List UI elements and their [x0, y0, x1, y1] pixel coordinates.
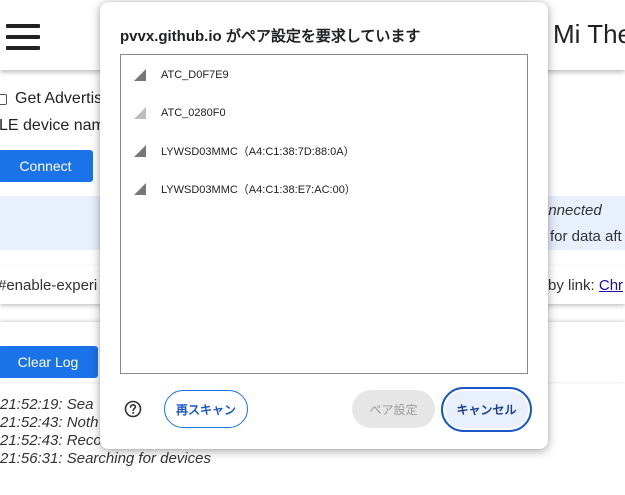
signal-strength-icon — [134, 145, 146, 157]
pairing-dialog: pvvx.github.io がペア設定を要求しています ATC_D0F7E9 … — [100, 2, 548, 449]
copy-link-text: by link: Chr — [548, 277, 623, 294]
clear-log-button[interactable]: Clear Log — [0, 346, 98, 378]
copy-prefix: by link: — [548, 277, 599, 294]
device-name: LYWSD03MMC（A4:C1:38:7D:88:0A） — [161, 146, 355, 158]
log-line: 21:52:43: Noth — [0, 414, 99, 431]
device-name: LYWSD03MMC（A4:C1:38:E7:AC:00） — [161, 184, 356, 196]
ble-device-name-label: LE device nam — [0, 117, 105, 134]
menu-icon[interactable] — [6, 24, 40, 52]
rescan-button[interactable]: 再スキャン — [164, 390, 248, 428]
device-item[interactable]: LYWSD03MMC（A4:C1:38:E7:AC:00） — [121, 170, 527, 208]
device-item[interactable]: ATC_0280F0 — [121, 94, 527, 132]
signal-strength-icon — [134, 107, 146, 119]
device-name: ATC_0280F0 — [161, 107, 226, 119]
status-hint: for data aft — [550, 228, 622, 245]
device-item[interactable]: LYWSD03MMC（A4:C1:38:7D:88:0A） — [121, 132, 527, 170]
device-list: ATC_D0F7E9 ATC_0280F0 LYWSD03MMC（A4:C1:3… — [120, 54, 528, 374]
signal-strength-icon — [134, 183, 146, 195]
device-name: ATC_D0F7E9 — [161, 69, 229, 81]
chrome-link[interactable]: Chr — [599, 277, 623, 294]
flag-text: #enable-experi — [0, 277, 98, 294]
log-line: 21:52:43: Reco — [0, 432, 102, 449]
page-title: Mi The — [553, 19, 625, 49]
advertising-label: Get Advertis — [15, 90, 103, 107]
connect-button[interactable]: Connect — [0, 150, 93, 182]
get-advertising-option[interactable]: Get Advertis — [0, 90, 102, 108]
connection-status: onnected — [540, 202, 602, 219]
pair-button[interactable]: ペア設定 — [352, 390, 435, 428]
dialog-title: pvvx.github.io がペア設定を要求しています — [120, 28, 421, 45]
log-line: 21:52:19: Sea — [0, 396, 94, 413]
log-line: 21:56:31: Searching for devices — [0, 450, 211, 467]
help-circle-icon[interactable] — [124, 400, 142, 418]
signal-strength-icon — [134, 69, 146, 81]
device-item[interactable]: ATC_D0F7E9 — [121, 56, 527, 94]
advertising-checkbox[interactable] — [0, 93, 7, 105]
cancel-button[interactable]: キャンセル — [441, 387, 532, 432]
